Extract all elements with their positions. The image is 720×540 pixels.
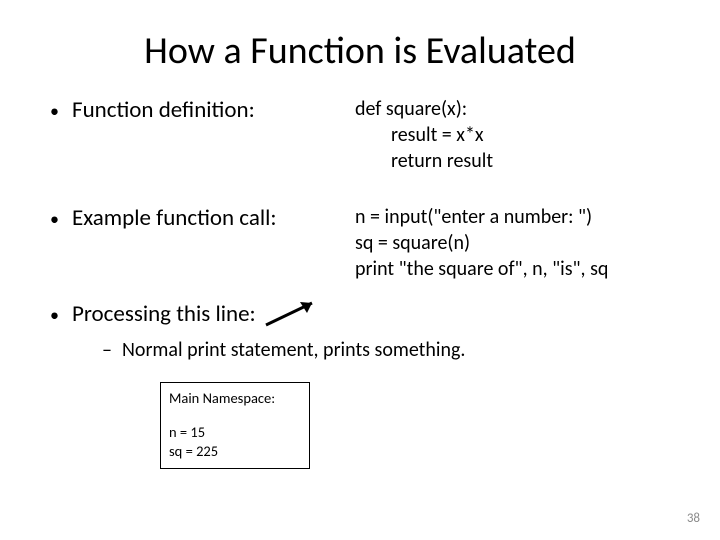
dash-icon: –	[102, 338, 122, 362]
code-line: sq = square(n)	[355, 230, 680, 256]
bullet-dot-icon: •	[50, 304, 72, 326]
code-line: n = input("enter a number: ")	[355, 204, 680, 230]
slide-title: How a Function is Evaluated	[0, 0, 720, 96]
row-definition: • Function definition: def square(x): re…	[50, 96, 680, 174]
bullet-function-definition: • Function definition:	[50, 96, 355, 124]
namespace-line: n = 15	[169, 423, 301, 443]
bullet-text: Example function call:	[72, 204, 277, 232]
code-definition: def square(x): result = x*x return resul…	[355, 96, 680, 174]
page-number: 38	[687, 511, 700, 526]
namespace-title: Main Namespace:	[169, 389, 301, 409]
slide-body: • Function definition: def square(x): re…	[0, 96, 720, 469]
code-line: return result	[355, 148, 680, 174]
bullet-dot-icon: •	[50, 208, 72, 230]
namespace-line: sq = 225	[169, 442, 301, 462]
row-example: • Example function call: n = input("ente…	[50, 204, 680, 282]
code-example: n = input("enter a number: ") sq = squar…	[355, 204, 680, 282]
code-line: def square(x):	[355, 96, 680, 122]
bullet-processing-line: • Processing this line:	[50, 300, 256, 328]
namespace-box: Main Namespace: n = 15 sq = 225	[160, 382, 310, 469]
bullet-text: Processing this line:	[72, 300, 256, 328]
bullet-example-call: • Example function call:	[50, 204, 355, 232]
arrow-icon	[262, 303, 312, 325]
row-processing: • Processing this line:	[50, 300, 680, 328]
code-line: result = x*x	[355, 122, 680, 148]
bullet-text: Function definition:	[72, 96, 255, 124]
sub-bullet: – Normal print statement, prints somethi…	[50, 338, 470, 362]
code-line: print "the square of", n, "is", sq	[355, 256, 680, 282]
sub-bullet-text: Normal print statement, prints something…	[122, 338, 465, 362]
bullet-dot-icon: •	[50, 100, 72, 122]
